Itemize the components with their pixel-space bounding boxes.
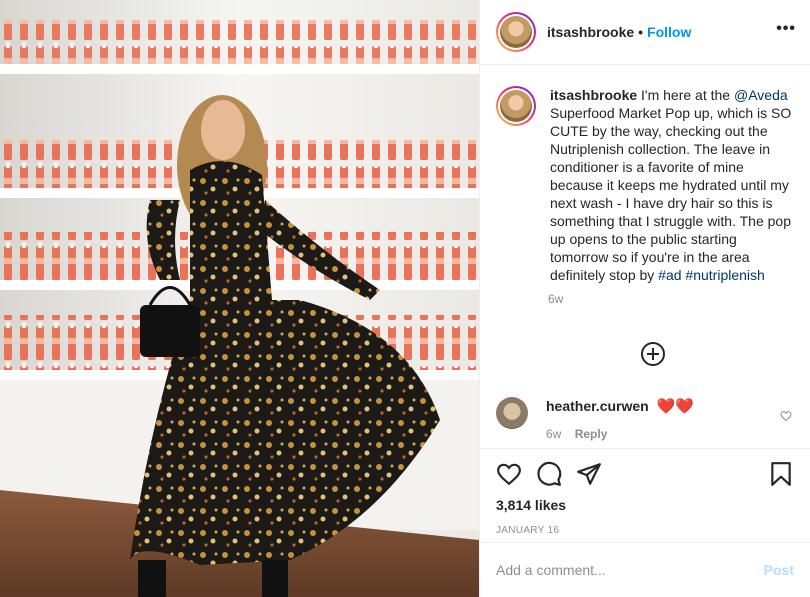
likes-count[interactable]: 3,814 likes	[496, 497, 794, 513]
caption-avatar[interactable]	[496, 86, 536, 126]
hashtag-link[interactable]: #ad	[658, 267, 681, 283]
comment-username[interactable]: heather.curwen	[546, 398, 649, 414]
post-image	[0, 0, 479, 597]
action-bar	[496, 449, 794, 499]
hashtag-link[interactable]: #nutriplenish	[685, 267, 764, 283]
caption-section: itsashbrooke I'm here at the @Aveda Supe…	[480, 66, 810, 447]
caption-text-part: I'm here at the	[637, 87, 734, 103]
post-button[interactable]: Post	[764, 562, 794, 578]
post-date: JANUARY 16	[496, 525, 560, 536]
mention-link[interactable]: @Aveda	[734, 87, 788, 103]
comment-item: heather.curwen ❤️❤️ 6w Reply	[496, 397, 800, 441]
comment-heart-icon[interactable]	[780, 409, 792, 425]
comment-input[interactable]	[496, 562, 764, 578]
bookmark-icon[interactable]	[768, 461, 794, 487]
separator-dot: •	[638, 24, 644, 40]
instagram-post: itsashbrooke • Follow ••• itsashbrooke I…	[0, 0, 810, 597]
caption-timestamp: 6w	[548, 292, 564, 306]
post-header: itsashbrooke • Follow •••	[480, 0, 810, 65]
avatar[interactable]	[496, 12, 536, 52]
caption: itsashbrooke I'm here at the @Aveda Supe…	[496, 86, 794, 284]
comment-icon[interactable]	[536, 461, 562, 487]
reply-button[interactable]: Reply	[575, 427, 608, 441]
header-username[interactable]: itsashbrooke	[547, 24, 634, 40]
caption-text: itsashbrooke I'm here at the @Aveda Supe…	[550, 86, 794, 284]
share-icon[interactable]	[576, 461, 602, 487]
heart-icon[interactable]	[496, 461, 522, 487]
comment-timestamp: 6w	[546, 427, 562, 441]
post-photo[interactable]	[0, 0, 479, 597]
comment-text: ❤️❤️	[656, 398, 694, 415]
more-options-icon[interactable]: •••	[776, 20, 796, 38]
caption-username[interactable]: itsashbrooke	[550, 87, 637, 103]
post-sidebar: itsashbrooke • Follow ••• itsashbrooke I…	[479, 0, 810, 597]
comment-avatar[interactable]	[496, 397, 528, 429]
add-comment-bar: Post	[480, 542, 810, 597]
load-more-comments-icon[interactable]	[641, 342, 665, 366]
follow-button[interactable]: Follow	[647, 24, 691, 40]
post-actions-section: 3,814 likes JANUARY 16	[480, 448, 810, 536]
caption-text-part: Superfood Market Pop up, which is SO CUT…	[550, 105, 792, 283]
